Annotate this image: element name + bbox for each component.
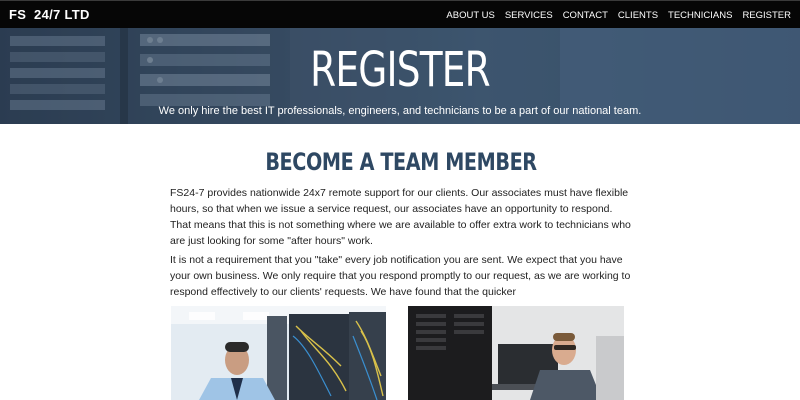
top-navbar: FS 24/7 LTD ABOUT US SERVICES CONTACT CL…	[0, 0, 800, 28]
nav-link-services[interactable]: SERVICES	[505, 10, 553, 21]
nav-link-about-us[interactable]: ABOUT US	[446, 10, 494, 21]
intro-paragraph: FS24-7 provides nationwide 24x7 remote s…	[170, 187, 631, 247]
technician-photo-laptop	[408, 306, 624, 400]
nav-menu: ABOUT US SERVICES CONTACT CLIENTS TECHNI…	[436, 1, 791, 29]
technician-laptop-image	[408, 306, 624, 400]
requirements-paragraph: It is not a requirement that you "take" …	[170, 254, 631, 298]
nav-link-technicians[interactable]: TECHNICIANS	[668, 10, 732, 21]
brand-logo-text[interactable]: FS 24/7 LTD	[9, 7, 90, 22]
hero-banner: REGISTER We only hire the best IT profes…	[0, 28, 800, 124]
technician-photo-server-room	[171, 306, 386, 400]
nav-link-contact[interactable]: CONTACT	[563, 10, 608, 21]
hero-title: REGISTER	[310, 42, 491, 98]
nav-link-clients[interactable]: CLIENTS	[618, 10, 658, 21]
hero-subtitle: We only hire the best IT professionals, …	[158, 105, 642, 117]
technician-server-room-image	[171, 306, 386, 400]
section-heading: BECOME A TEAM MEMBER	[265, 148, 537, 176]
nav-link-register[interactable]: REGISTER	[742, 10, 791, 21]
